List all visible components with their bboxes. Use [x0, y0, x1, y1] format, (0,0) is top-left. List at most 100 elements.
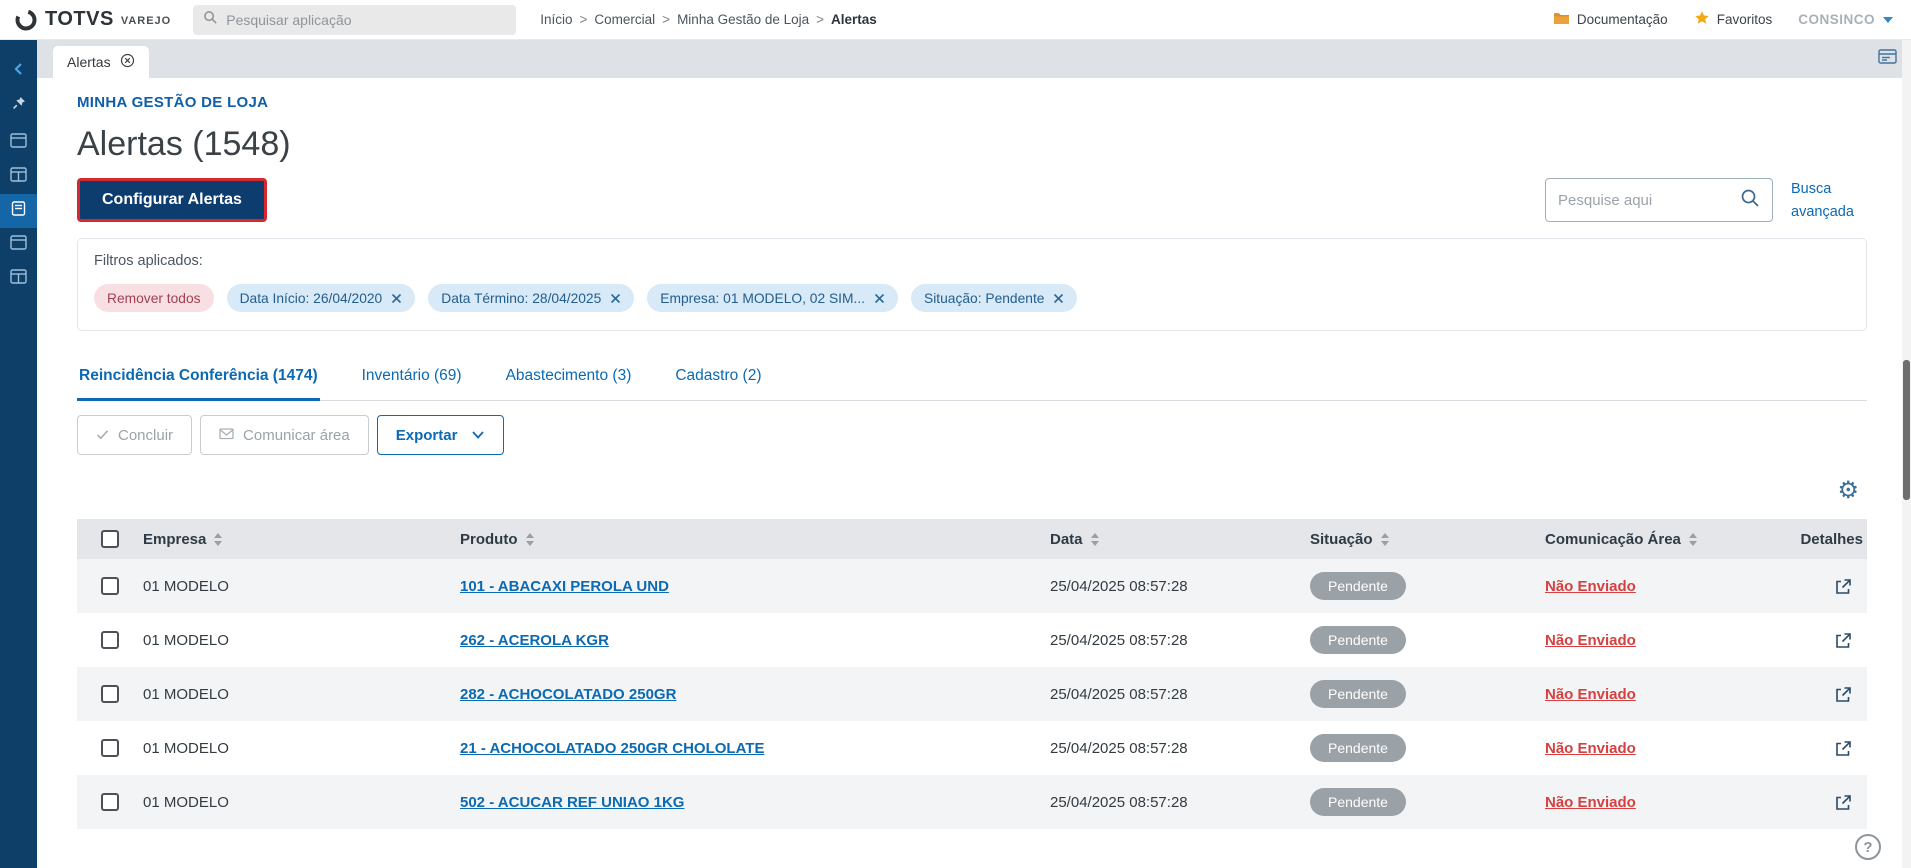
sidebar-pin-button[interactable] — [0, 88, 37, 122]
product-link[interactable]: 262 - ACEROLA KGR — [460, 632, 609, 649]
row-checkbox[interactable] — [101, 793, 119, 812]
envelope-icon — [219, 427, 234, 444]
scrollbar-thumb[interactable] — [1903, 360, 1910, 500]
sort-icon[interactable] — [1688, 532, 1697, 546]
conclude-button[interactable]: Concluir — [77, 415, 193, 456]
column-header-comunicacao-area[interactable]: Comunicação Área — [1545, 531, 1795, 548]
tab-reincidencia-conferencia[interactable]: Reincidência Conferência (1474) — [77, 355, 320, 402]
gear-icon[interactable]: ⚙ — [1837, 479, 1859, 503]
communicate-area-button[interactable]: Comunicar área — [200, 415, 369, 456]
filters-label: Filtros aplicados: — [94, 253, 203, 270]
table-row: 01 MODELO 282 - ACHOCOLATADO 250GR 25/04… — [77, 667, 1867, 722]
favorites-link[interactable]: Favoritos — [1694, 10, 1772, 29]
status-badge: Pendente — [1310, 734, 1406, 763]
details-external-link-icon[interactable] — [1834, 793, 1853, 812]
help-button[interactable]: ? — [1855, 834, 1881, 860]
row-checkbox[interactable] — [101, 685, 119, 704]
tab-alertas[interactable]: Alertas — [53, 46, 149, 78]
search-icon — [203, 10, 218, 30]
topbar-right: Documentação Favoritos CONSINCO — [1553, 10, 1893, 29]
alerts-table: Empresa Produto Data Situação Comunicaçã… — [77, 519, 1867, 830]
breadcrumb-separator: > — [579, 12, 588, 27]
details-external-link-icon[interactable] — [1834, 685, 1853, 704]
status-badge: Pendente — [1310, 788, 1406, 817]
column-header-empresa[interactable]: Empresa — [143, 531, 460, 548]
communication-status-link[interactable]: Não Enviado — [1545, 740, 1636, 757]
details-external-link-icon[interactable] — [1834, 739, 1853, 758]
column-header-situacao[interactable]: Situação — [1310, 531, 1545, 548]
communication-status-link[interactable]: Não Enviado — [1545, 632, 1636, 649]
status-badge: Pendente — [1310, 680, 1406, 709]
grid-icon — [10, 269, 27, 289]
app-search[interactable] — [193, 4, 517, 35]
filter-chip-empresa: Empresa: 01 MODELO, 02 SIM... — [647, 284, 899, 313]
sort-icon[interactable] — [525, 532, 534, 546]
close-icon[interactable] — [1053, 293, 1064, 304]
advanced-search-link[interactable]: Busca avançada — [1791, 178, 1867, 224]
tab-close-icon[interactable] — [120, 53, 135, 71]
export-button[interactable]: Exportar — [376, 415, 505, 456]
scrollbar[interactable] — [1902, 40, 1911, 868]
app-search-input[interactable] — [226, 11, 507, 28]
column-label: Detalhes — [1800, 530, 1863, 548]
details-external-link-icon[interactable] — [1834, 577, 1853, 596]
column-header-detalhes: Detalhes — [1795, 531, 1867, 548]
tab-abastecimento[interactable]: Abastecimento (3) — [504, 355, 634, 401]
close-icon[interactable] — [391, 293, 402, 304]
column-header-data[interactable]: Data — [1050, 531, 1310, 548]
select-all-checkbox[interactable] — [101, 530, 119, 549]
breadcrumb-item-inicio[interactable]: Início — [540, 12, 572, 27]
page-search-input[interactable] — [1558, 191, 1732, 209]
cell-empresa: 01 MODELO — [143, 739, 229, 757]
documentation-link[interactable]: Documentação — [1553, 11, 1668, 28]
breadcrumb-item-minha-gestao[interactable]: Minha Gestão de Loja — [677, 12, 809, 27]
sidebar-collapse-button[interactable] — [0, 54, 37, 88]
breadcrumb-item-comercial[interactable]: Comercial — [594, 12, 655, 27]
page-search[interactable] — [1545, 178, 1773, 222]
communication-status-link[interactable]: Não Enviado — [1545, 578, 1636, 595]
filter-chip-label: Data Início: 26/04/2020 — [239, 290, 383, 306]
sidebar-item-5[interactable] — [0, 262, 37, 296]
user-menu[interactable]: CONSINCO — [1798, 12, 1893, 27]
tab-cadastro[interactable]: Cadastro (2) — [673, 355, 763, 401]
row-checkbox[interactable] — [101, 631, 119, 650]
column-header-produto[interactable]: Produto — [460, 531, 1050, 548]
window-list-icon[interactable] — [1878, 48, 1897, 71]
breadcrumb-separator: > — [816, 12, 825, 27]
remove-all-filters-chip[interactable]: Remover todos — [94, 284, 214, 313]
sort-icon[interactable] — [1090, 532, 1099, 546]
communication-status-link[interactable]: Não Enviado — [1545, 794, 1636, 811]
close-icon[interactable] — [610, 293, 621, 304]
sidebar-item-1[interactable] — [0, 126, 37, 160]
product-link[interactable]: 101 - ABACAXI PEROLA UND — [460, 578, 669, 595]
conclude-label: Concluir — [118, 426, 174, 444]
configure-alerts-button[interactable]: Configurar Alertas — [77, 178, 267, 222]
row-checkbox[interactable] — [101, 577, 119, 596]
sort-icon[interactable] — [1380, 532, 1389, 546]
product-link[interactable]: 282 - ACHOCOLATADO 250GR — [460, 686, 676, 703]
sidebar-item-3-active[interactable] — [0, 194, 37, 228]
actions-row: Concluir Comunicar área Exportar — [77, 415, 1867, 456]
sort-icon[interactable] — [214, 532, 223, 546]
details-external-link-icon[interactable] — [1834, 631, 1853, 650]
page-title: Alertas (1548) — [77, 125, 291, 163]
sidebar-item-2[interactable] — [0, 160, 37, 194]
column-label: Produto — [460, 530, 518, 548]
filter-chip-label: Empresa: 01 MODELO, 02 SIM... — [660, 290, 866, 306]
search-icon[interactable] — [1740, 188, 1760, 213]
column-label: Comunicação Área — [1545, 530, 1681, 548]
row-checkbox[interactable] — [101, 739, 119, 758]
card-icon — [11, 201, 26, 221]
filter-chip-data-termino: Data Término: 28/04/2025 — [428, 284, 635, 313]
product-link[interactable]: 502 - ACUCAR REF UNIAO 1KG — [460, 794, 684, 811]
sidebar-item-4[interactable] — [0, 228, 37, 262]
communication-status-link[interactable]: Não Enviado — [1545, 686, 1636, 703]
tab-inventario[interactable]: Inventário (69) — [360, 355, 464, 401]
cell-data: 25/04/2025 08:57:28 — [1050, 685, 1188, 703]
product-link[interactable]: 21 - ACHOCOLATADO 250GR CHOLOLATE — [460, 740, 764, 757]
totvs-logo[interactable]: TOTVS VAREJO — [14, 8, 171, 32]
close-icon[interactable] — [874, 293, 885, 304]
table-header-row: Empresa Produto Data Situação Comunicaçã… — [77, 519, 1867, 560]
chevron-down-icon — [471, 427, 485, 444]
cell-data: 25/04/2025 08:57:28 — [1050, 631, 1188, 649]
